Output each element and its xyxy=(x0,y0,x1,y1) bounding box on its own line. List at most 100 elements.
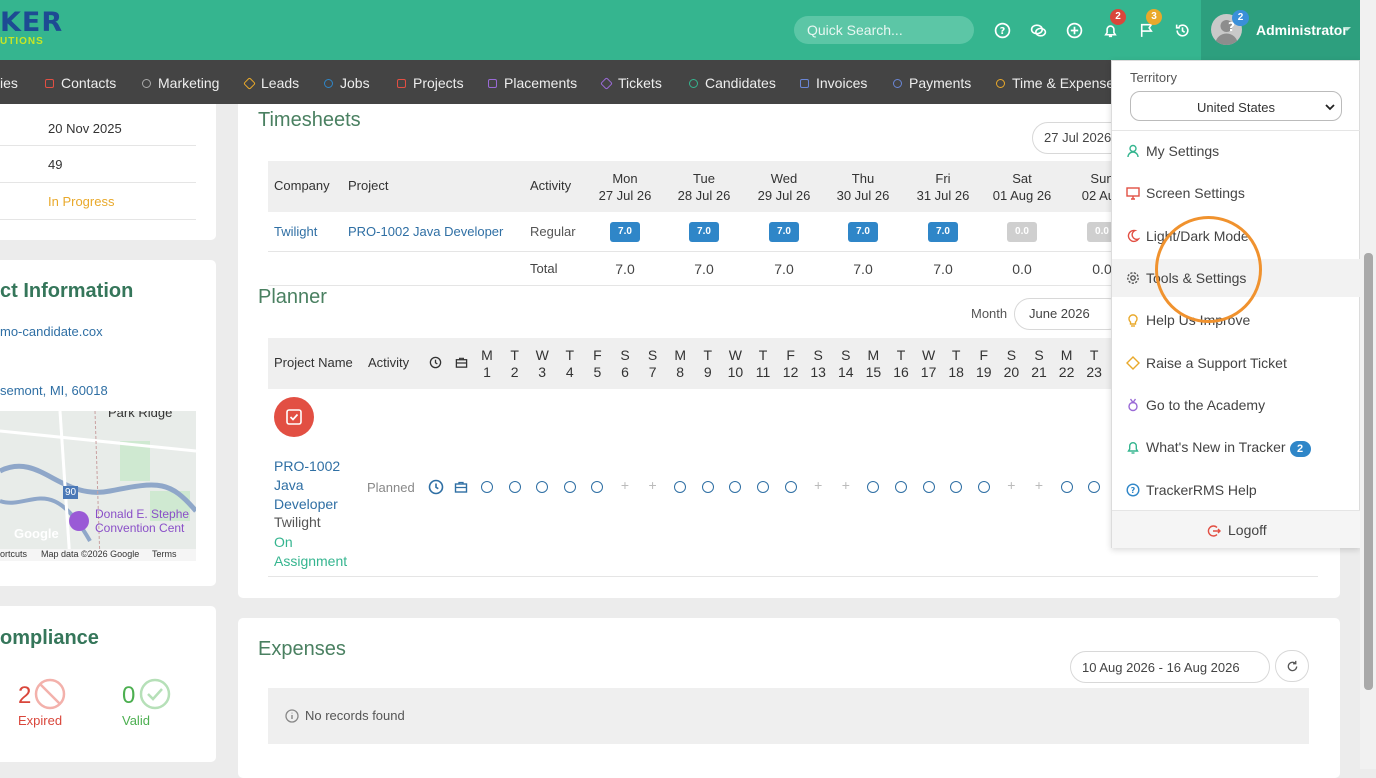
jobs-icon xyxy=(324,79,333,88)
compliance-card: ompliance 2 Expired 0 Valid xyxy=(0,606,216,762)
clock-icon[interactable] xyxy=(428,479,444,495)
logo-subtitle: UTIONS xyxy=(0,36,44,47)
hours-cell[interactable]: 7.0 xyxy=(689,222,719,242)
planner-status: On Assignment xyxy=(274,534,348,569)
hours-cell[interactable]: 0.0 xyxy=(1007,222,1037,242)
quick-search-input[interactable]: Quick Search... xyxy=(794,16,974,44)
planner-day-circle[interactable] xyxy=(674,481,687,493)
planner-day-circle[interactable] xyxy=(536,481,549,493)
planner-day-circle[interactable] xyxy=(563,481,576,493)
planner-day-circle[interactable] xyxy=(977,481,990,493)
hours-cell[interactable]: 7.0 xyxy=(610,222,640,242)
planner-day-circle[interactable] xyxy=(481,481,493,493)
nav-marketing[interactable]: Marketing xyxy=(142,75,219,91)
logoff-button[interactable]: Logoff xyxy=(1112,510,1361,548)
hours-cell[interactable]: 7.0 xyxy=(848,222,878,242)
hours-cell[interactable]: 7.0 xyxy=(769,222,799,242)
briefcase-icon xyxy=(455,357,468,368)
flag-icon[interactable]: 3 xyxy=(1138,9,1162,39)
monitor-icon xyxy=(1126,186,1140,200)
planner-day-circle[interactable] xyxy=(784,481,797,493)
planner-day-plus[interactable]: + xyxy=(812,477,824,493)
refresh-button[interactable] xyxy=(1275,650,1309,682)
map-shortcuts[interactable]: ortcuts xyxy=(0,549,27,559)
planner-day-circle[interactable] xyxy=(757,481,769,493)
moon-icon xyxy=(1126,229,1140,243)
hours-cell[interactable]: 7.0 xyxy=(928,222,958,242)
nav-time-expense[interactable]: Time & Expense xyxy=(996,75,1114,91)
planner-day-header: W3 xyxy=(535,347,549,380)
map-label: Park Ridge xyxy=(108,411,173,420)
projects-icon xyxy=(397,79,406,88)
menu-academy[interactable]: Go to the Academy xyxy=(1112,386,1361,424)
planner-project-link[interactable]: PRO-1002 Java Developer xyxy=(274,457,340,514)
menu-tools-settings[interactable]: Tools & Settings xyxy=(1112,259,1361,297)
help-icon: ? xyxy=(1126,483,1140,497)
scrollbar-thumb[interactable] xyxy=(1364,253,1373,690)
planner-day-circle[interactable] xyxy=(1060,481,1073,493)
planner-day-plus[interactable]: + xyxy=(647,477,659,493)
menu-whats-new[interactable]: What's New in Tracker 2 xyxy=(1112,428,1361,466)
nav-invoices[interactable]: Invoices xyxy=(800,75,867,91)
planner-day-header: T4 xyxy=(565,347,575,380)
map-terms[interactable]: Terms xyxy=(152,549,177,559)
planner-day-circle[interactable] xyxy=(950,481,963,493)
planner-day-plus[interactable]: + xyxy=(1005,477,1017,493)
menu-my-settings[interactable]: My Settings xyxy=(1112,132,1361,170)
chevron-down-icon xyxy=(1325,104,1335,111)
planner-day-circle[interactable] xyxy=(591,481,604,493)
planner-day-circle[interactable] xyxy=(922,481,935,493)
nav-candidates[interactable]: Candidates xyxy=(689,75,776,91)
timesheet-project-link[interactable]: PRO-1002 Java Developer xyxy=(348,224,503,239)
status-badge: In Progress xyxy=(48,194,115,209)
email-link[interactable]: mo-candidate.cox xyxy=(0,324,103,339)
planner-day-circle[interactable] xyxy=(701,481,714,493)
time-expense-icon xyxy=(996,79,1005,88)
planner-day-circle[interactable] xyxy=(867,481,880,493)
nav-payments[interactable]: Payments xyxy=(893,75,971,91)
nav-contacts[interactable]: Contacts xyxy=(45,75,116,91)
nav-jobs[interactable]: Jobs xyxy=(324,75,370,91)
nav-projects[interactable]: Projects xyxy=(397,75,464,91)
valid-label: Valid xyxy=(122,713,150,728)
planner-day-header: T9 xyxy=(703,347,713,380)
menu-light-dark-mode[interactable]: Light/Dark Mode xyxy=(1112,217,1361,255)
timesheet-activity: Regular xyxy=(530,224,576,239)
map[interactable]: Park Ridge 90 Donald E. Stephe Conventio… xyxy=(0,411,196,561)
planner-day-header: S 21 xyxy=(1031,347,1047,380)
compliance-title: ompliance xyxy=(0,627,99,649)
nav-companies[interactable]: ies xyxy=(0,75,18,91)
planner-day-circle[interactable] xyxy=(729,481,742,493)
briefcase-icon[interactable] xyxy=(454,480,468,494)
history-icon[interactable] xyxy=(1174,22,1191,39)
planner-day-header: W 17 xyxy=(920,347,937,380)
planner-day-circle[interactable] xyxy=(895,481,907,493)
month-picker[interactable]: June 2026 xyxy=(1014,298,1124,330)
planner-day-circle[interactable] xyxy=(508,481,521,493)
planner-day-plus[interactable]: + xyxy=(619,477,631,493)
user-menu-toggle[interactable]: ? 2 Administrator xyxy=(1201,0,1360,60)
chat-icon[interactable] xyxy=(1030,22,1047,39)
flag-badge: 3 xyxy=(1146,9,1162,25)
nav-tickets[interactable]: Tickets xyxy=(600,75,662,91)
timesheet-company-link[interactable]: Twilight xyxy=(274,224,317,239)
medal-icon xyxy=(1126,398,1140,412)
notifications-bell-icon[interactable]: 2 xyxy=(1102,9,1126,39)
expense-date-range[interactable]: 10 Aug 2026 - 16 Aug 2026 xyxy=(1070,651,1270,683)
planner-day-plus[interactable]: + xyxy=(1033,477,1045,493)
add-icon[interactable] xyxy=(1066,22,1083,39)
user-icon xyxy=(1126,144,1140,158)
help-icon[interactable]: ? xyxy=(994,22,1011,39)
planner-day-plus[interactable]: + xyxy=(840,477,852,493)
menu-raise-support-ticket[interactable]: Raise a Support Ticket xyxy=(1112,344,1361,382)
address-link[interactable]: semont, MI, 60018 xyxy=(0,383,108,398)
menu-trackerrms-help[interactable]: ? TrackerRMS Help xyxy=(1112,471,1361,509)
planner-day-header: S7 xyxy=(647,347,658,380)
territory-select[interactable]: United States xyxy=(1130,91,1342,121)
planner-day-circle[interactable] xyxy=(1088,481,1101,493)
menu-screen-settings[interactable]: Screen Settings xyxy=(1112,174,1361,212)
logo[interactable]: KER xyxy=(0,9,63,37)
nav-leads[interactable]: Leads xyxy=(243,75,299,91)
nav-placements[interactable]: Placements xyxy=(488,75,577,91)
menu-help-us-improve[interactable]: Help Us Improve xyxy=(1112,301,1361,339)
